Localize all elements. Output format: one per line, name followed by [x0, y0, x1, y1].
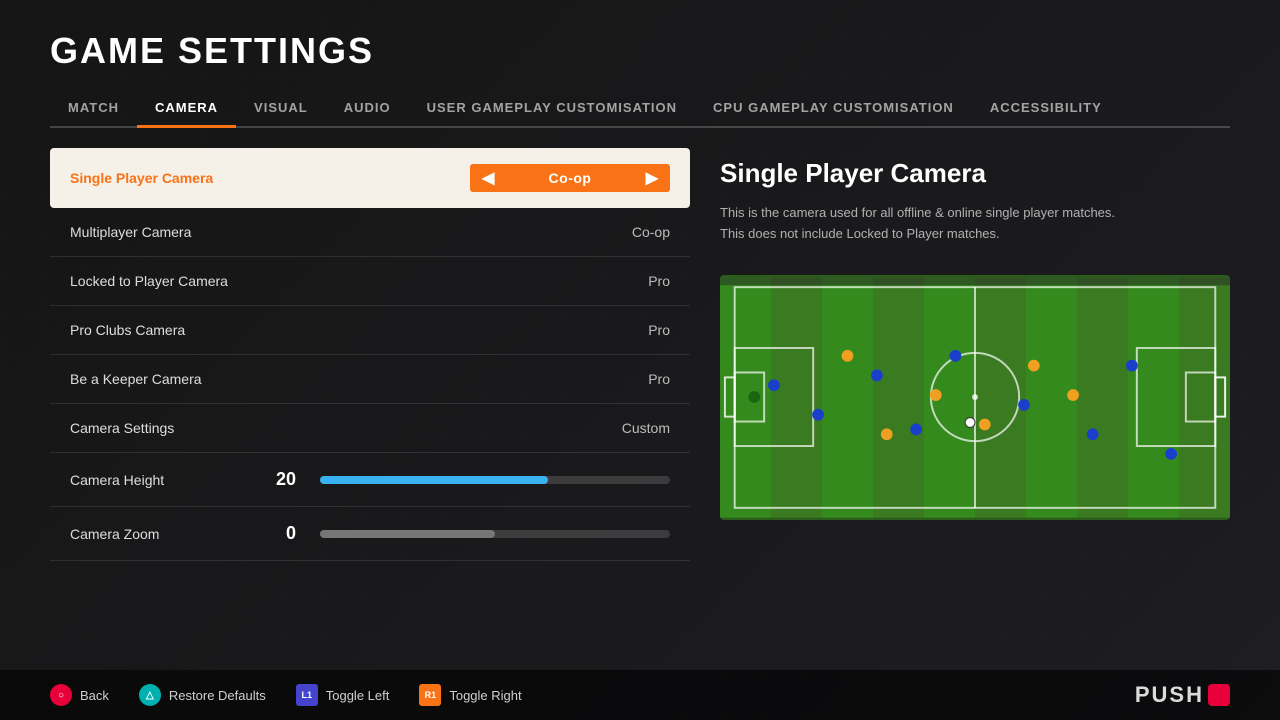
selector-arrow-left[interactable]: ◀: [470, 168, 506, 188]
setting-row-camera-settings[interactable]: Camera Settings Custom: [50, 404, 690, 453]
setting-label-pro-clubs-camera: Pro Clubs Camera: [70, 322, 185, 338]
setting-label-camera-settings: Camera Settings: [70, 420, 174, 436]
setting-row-multiplayer-camera[interactable]: Multiplayer Camera Co-op: [50, 208, 690, 257]
setting-label-locked-to-player-camera: Locked to Player Camera: [70, 273, 228, 289]
slider-label-camera-height: Camera Height: [70, 472, 250, 488]
slider-label-camera-zoom: Camera Zoom: [70, 526, 250, 542]
selector-value: Co-op: [506, 170, 633, 186]
tab-audio[interactable]: AUDIO: [326, 92, 409, 128]
slider-fill-camera-zoom: [320, 530, 495, 538]
slider-track-camera-zoom[interactable]: [320, 530, 670, 538]
setting-row-pro-clubs-camera[interactable]: Pro Clubs Camera Pro: [50, 306, 690, 355]
selector-arrow-right[interactable]: ▶: [634, 168, 670, 188]
page-title: GAME SETTINGS: [50, 30, 1230, 72]
setting-row-camera-height[interactable]: Camera Height 20: [50, 453, 690, 507]
setting-label-multiplayer-camera: Multiplayer Camera: [70, 224, 191, 240]
slider-value-camera-height: 20: [266, 469, 296, 490]
setting-row-camera-zoom[interactable]: Camera Zoom 0: [50, 507, 690, 561]
tab-visual[interactable]: VISUAL: [236, 92, 326, 128]
setting-row-locked-to-player-camera[interactable]: Locked to Player Camera Pro: [50, 257, 690, 306]
slider-value-camera-zoom: 0: [266, 523, 296, 544]
tab-match[interactable]: MATCH: [50, 92, 137, 128]
detail-title: Single Player Camera: [720, 158, 1230, 189]
camera-preview: [720, 275, 1230, 520]
setting-value-multiplayer-camera: Co-op: [632, 224, 670, 240]
setting-value-camera-settings: Custom: [622, 420, 670, 436]
settings-list: Single Player Camera ◀ Co-op ▶ Multiplay…: [50, 148, 690, 678]
setting-label-single-player-camera: Single Player Camera: [70, 170, 213, 186]
tab-cpu-gameplay[interactable]: CPU GAMEPLAY CUSTOMISATION: [695, 92, 972, 128]
tab-user-gameplay[interactable]: USER GAMEPLAY CUSTOMISATION: [409, 92, 695, 128]
detail-panel: Single Player Camera This is the camera …: [720, 148, 1230, 678]
slider-fill-camera-height: [320, 476, 548, 484]
setting-value-locked-to-player-camera: Pro: [648, 273, 670, 289]
tab-camera[interactable]: CAMERA: [137, 92, 236, 128]
slider-track-camera-height[interactable]: [320, 476, 670, 484]
setting-value-pro-clubs-camera: Pro: [648, 322, 670, 338]
setting-row-be-a-keeper-camera[interactable]: Be a Keeper Camera Pro: [50, 355, 690, 404]
setting-row-single-player-camera[interactable]: Single Player Camera ◀ Co-op ▶: [50, 148, 690, 208]
tab-accessibility[interactable]: ACCESSIBILITY: [972, 92, 1120, 128]
setting-value-be-a-keeper-camera: Pro: [648, 371, 670, 387]
tabs-bar: MATCH CAMERA VISUAL AUDIO USER GAMEPLAY …: [50, 92, 1230, 128]
setting-label-be-a-keeper-camera: Be a Keeper Camera: [70, 371, 202, 387]
main-layout: Single Player Camera ◀ Co-op ▶ Multiplay…: [50, 148, 1230, 678]
value-selector-single-player-camera[interactable]: ◀ Co-op ▶: [470, 164, 670, 192]
detail-description: This is the camera used for all offline …: [720, 203, 1230, 245]
